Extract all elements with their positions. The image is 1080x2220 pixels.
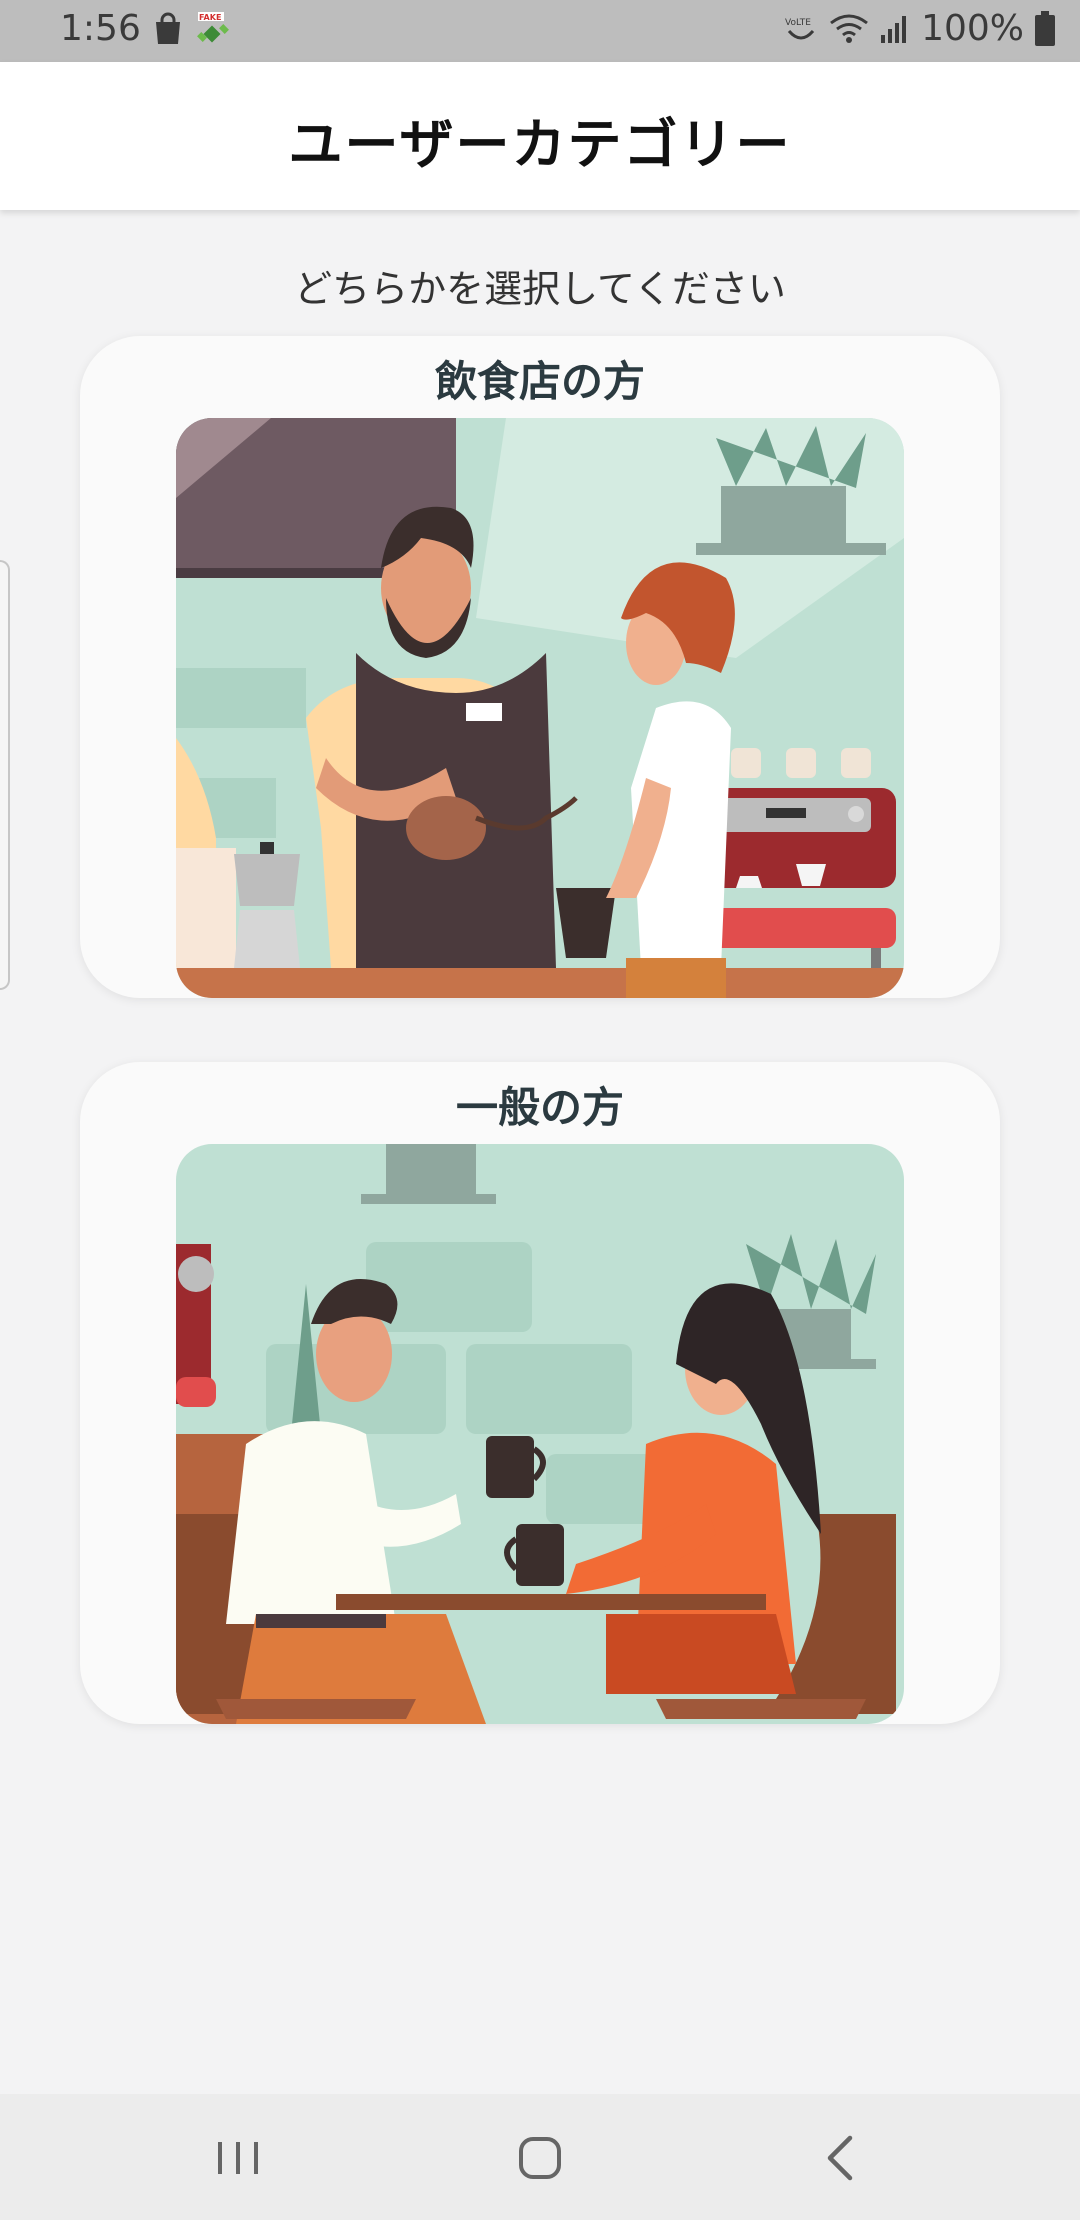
recent-apps-icon[interactable] [208,2128,268,2188]
status-time: 1:56 [60,8,141,49]
navigation-bar [0,2094,1080,2220]
category-card-restaurant[interactable]: 飲食店の方 [80,336,1000,998]
page-title: ユーザーカテゴリー [288,113,792,176]
back-icon[interactable] [812,2128,872,2188]
category-title-general: 一般の方 [455,1083,624,1132]
shopping-bag-icon [156,12,180,44]
fake-gps-icon: FAKE [197,12,229,43]
svg-text:FAKE: FAKE [199,13,221,22]
volte-icon: VoLTE [785,18,815,39]
status-left-icons: FAKE [152,12,232,48]
home-icon[interactable] [510,2128,570,2188]
edge-panel-handle[interactable] [0,560,10,990]
signal-icon [881,15,907,43]
category-card-general[interactable]: 一般の方 [80,1062,1000,1724]
couple-coffee-illustration [176,1144,904,1724]
barista-illustration [176,418,904,998]
app-bar: ユーザーカテゴリー [0,62,1080,210]
wifi-icon [830,14,868,43]
battery-icon [1035,10,1055,46]
instruction-text: どちらかを選択してください [294,267,786,311]
category-title-restaurant: 飲食店の方 [434,357,645,406]
svg-text:VoLTE: VoLTE [785,18,811,28]
status-right: VoLTE 100% [783,8,1056,49]
status-bar: 1:56 FAKE VoLTE 100% [0,0,1080,62]
battery-percentage: 100% [921,8,1024,49]
